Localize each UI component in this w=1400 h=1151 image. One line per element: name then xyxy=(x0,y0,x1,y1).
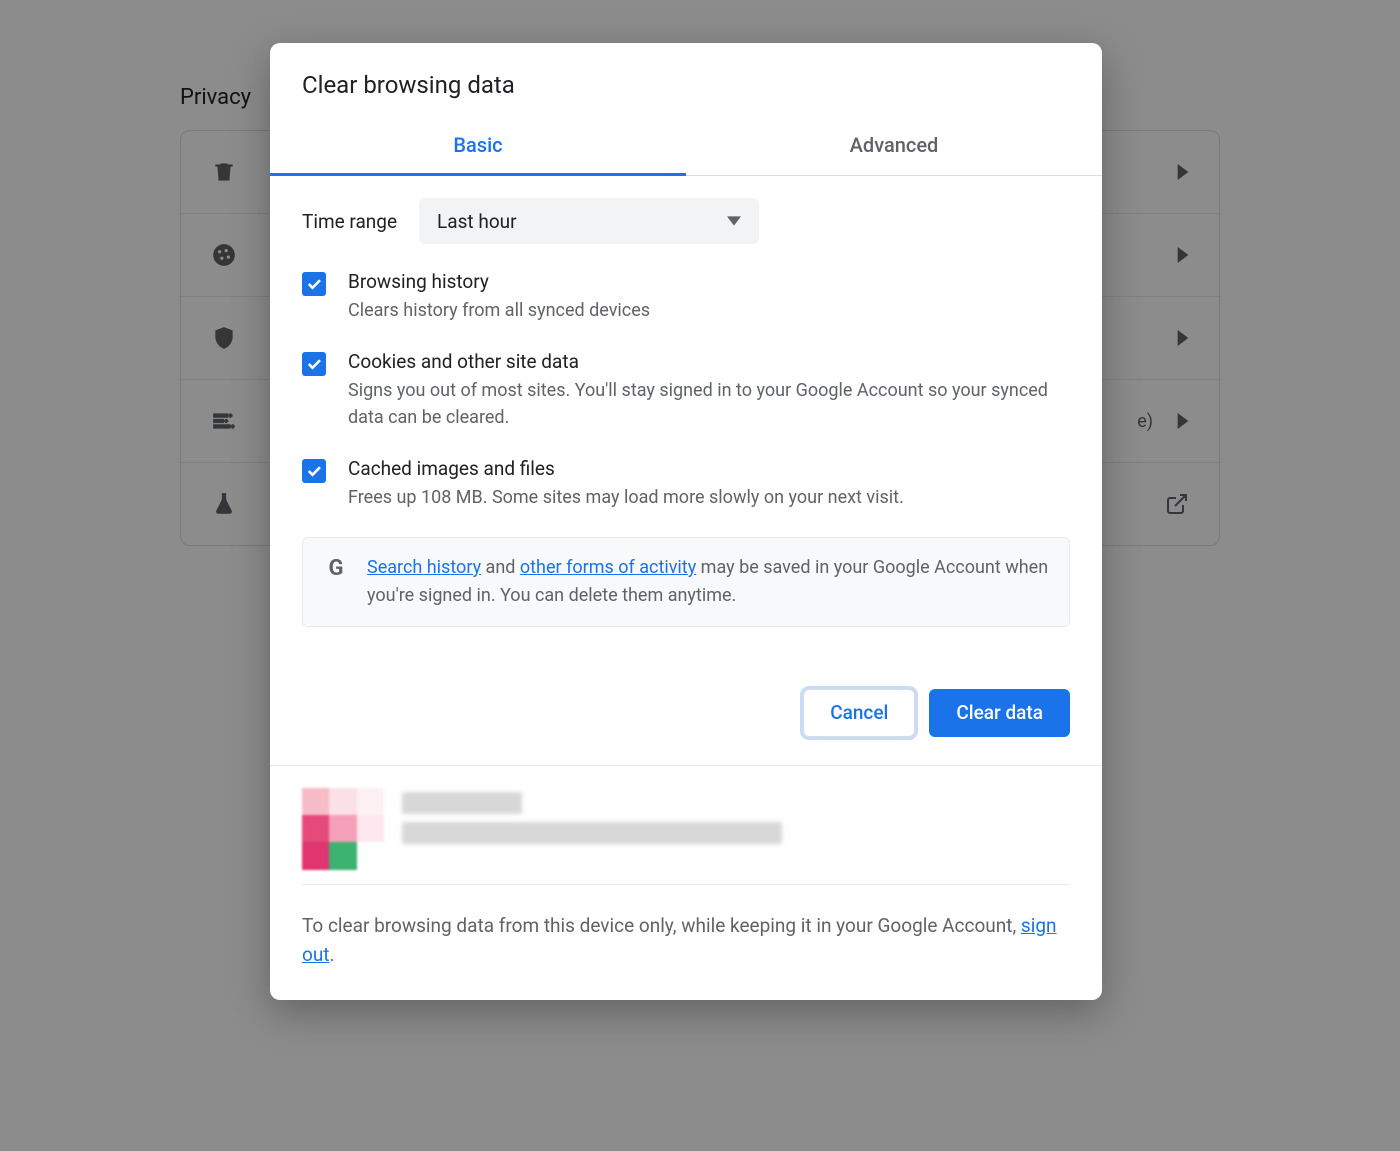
signout-hint: To clear browsing data from this device … xyxy=(302,884,1070,1000)
avatar xyxy=(302,788,384,870)
chevron-down-icon xyxy=(727,216,741,226)
item-title: Browsing history xyxy=(348,270,650,293)
checkbox-row-browsing-history: Browsing history Clears history from all… xyxy=(302,270,1070,324)
check-icon xyxy=(305,275,323,293)
check-icon xyxy=(305,462,323,480)
dialog-tabs: Basic Advanced xyxy=(270,117,1102,176)
checkbox-row-cookies: Cookies and other site data Signs you ou… xyxy=(302,350,1070,431)
search-history-link[interactable]: Search history xyxy=(367,557,481,578)
checkbox-cache[interactable] xyxy=(302,459,326,483)
clear-data-button[interactable]: Clear data xyxy=(929,689,1070,737)
checkbox-row-cache: Cached images and files Frees up 108 MB.… xyxy=(302,457,1070,511)
clear-browsing-data-dialog: Clear browsing data Basic Advanced Time … xyxy=(270,43,1102,1000)
cancel-button[interactable]: Cancel xyxy=(803,689,915,737)
checkbox-browsing-history[interactable] xyxy=(302,272,326,296)
item-desc: Signs you out of most sites. You'll stay… xyxy=(348,377,1070,431)
check-icon xyxy=(305,355,323,373)
google-account-info: G Search history and other forms of acti… xyxy=(302,537,1070,627)
google-icon: G xyxy=(323,556,349,582)
info-text: and xyxy=(481,557,520,578)
tab-advanced[interactable]: Advanced xyxy=(686,117,1102,175)
account-name-redacted xyxy=(402,792,522,814)
tab-basic[interactable]: Basic xyxy=(270,117,686,176)
item-desc: Clears history from all synced devices xyxy=(348,297,650,324)
dialog-title: Clear browsing data xyxy=(270,43,1102,117)
item-title: Cached images and files xyxy=(348,457,904,480)
time-range-select[interactable]: Last hour xyxy=(419,198,759,244)
time-range-label: Time range xyxy=(302,210,397,233)
checkbox-cookies[interactable] xyxy=(302,352,326,376)
item-desc: Frees up 108 MB. Some sites may load mor… xyxy=(348,484,904,511)
other-activity-link[interactable]: other forms of activity xyxy=(520,557,696,578)
account-email-redacted xyxy=(402,822,782,844)
time-range-value: Last hour xyxy=(437,210,517,233)
item-title: Cookies and other site data xyxy=(348,350,1070,373)
account-row xyxy=(302,780,1070,884)
